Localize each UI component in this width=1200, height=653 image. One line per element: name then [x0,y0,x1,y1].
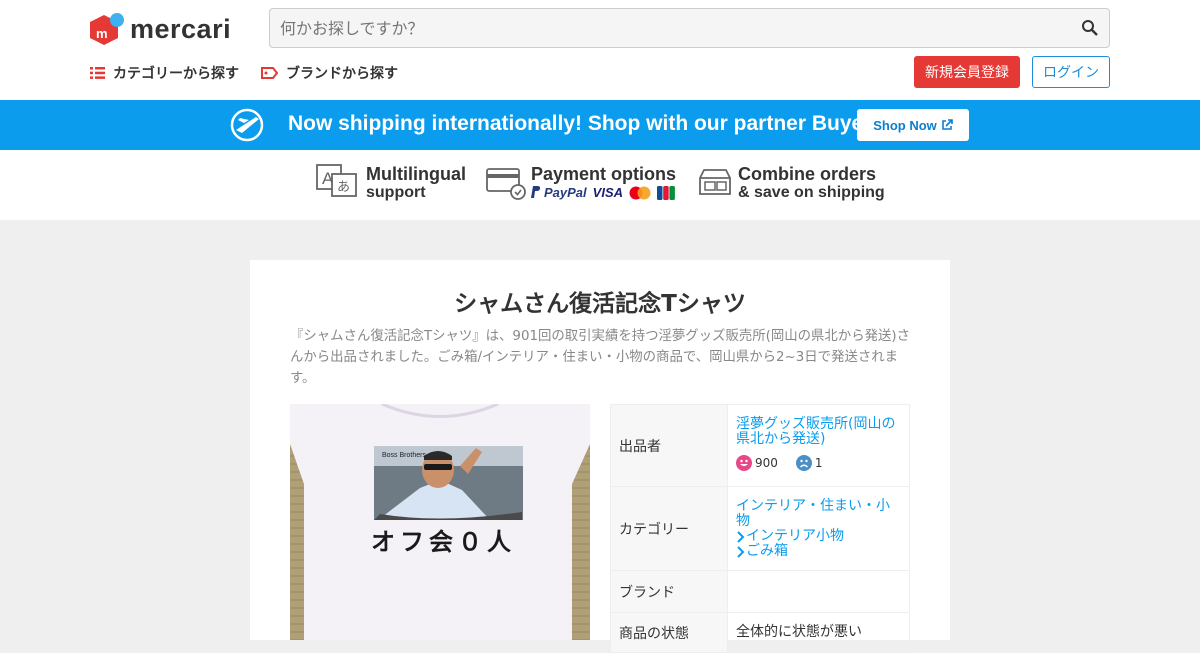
feature-payment: Payment options PayPal VISA [486,164,676,200]
rating-bad-count: 1 [814,455,823,470]
translate-icon: A あ [316,164,357,197]
tag-icon [261,67,278,79]
header: m mercari カテゴリーから探す ブランドから探す 新規会員登録 ログイン [0,0,1200,100]
search-icon[interactable] [1081,19,1099,37]
payment-logos: PayPal VISA [531,185,676,200]
nav-brand-link[interactable]: ブランドから探す [261,63,398,83]
info-row-brand: ブランド [610,571,910,613]
info-row-seller: 出品者 淫夢グッズ販売所(岡山の県北から発送) 900 1 [610,405,910,487]
item-info-table: 出品者 淫夢グッズ販売所(岡山の県北から発送) 900 1 カテゴリー インテリ… [610,404,910,653]
feature-multilingual: A あ Multilingual support [316,164,466,202]
paypal-label: PayPal [544,185,587,200]
item-card: シャムさん復活記念Tシャツ 『シャムさん復活記念Tシャツ』は、901回の取引実績… [250,260,950,653]
item-title: シャムさん復活記念Tシャツ [454,291,746,317]
multilingual-title: Multilingual [366,164,466,184]
paypal-icon [531,186,541,198]
shop-now-label: Shop Now [873,117,937,133]
category-sub2-label: ごみ箱 [746,543,788,559]
seller-link[interactable]: 淫夢グッズ販売所(岡山の県北から発送) [736,417,901,447]
mercari-logo-icon: m [90,12,124,46]
svg-text:あ: あ [337,180,350,195]
combine-title: Combine orders [738,164,877,184]
international-banner: Now shipping internationally! Shop with … [0,100,1200,150]
category-sub1-label: インテリア小物 [746,528,844,544]
category-cell: インテリア・住まい・小物 インテリア小物 ごみ箱 [728,487,909,570]
nav-brand-label: ブランドから探す [286,66,398,82]
package-icon [699,169,731,195]
list-icon [90,67,105,79]
visa-label: VISA [592,185,623,200]
condition-key: 商品の状態 [611,613,728,652]
credit-card-icon [486,168,526,200]
mastercard-icon [629,186,651,199]
search-input[interactable] [270,9,1050,47]
multilingual-sub: support [366,184,426,201]
mercari-logo[interactable]: m mercari [90,12,231,46]
airplane-globe-icon [230,108,264,142]
shirt-text: オフ会０人 [371,527,516,556]
photo-brand-text: Boss Brothers [382,452,426,459]
category-key: カテゴリー [611,487,728,570]
logo-text: mercari [130,13,232,44]
seller-rating: 900 1 [736,455,901,471]
item-description: 『シャムさん復活記念Tシャツ』は、901回の取引実績を持つ淫夢グッズ販売所(岡山… [290,329,910,386]
condition-value: 全体的に状態が悪い [736,624,862,640]
rating-bad: 1 [795,455,823,471]
category-main-link[interactable]: インテリア・住まい・小物 [736,499,901,529]
seller-key: 出品者 [611,405,728,486]
info-row-category: カテゴリー インテリア・住まい・小物 インテリア小物 ごみ箱 [610,487,910,571]
signup-button[interactable]: 新規会員登録 [914,56,1020,88]
payment-title: Payment options [531,164,677,184]
seller-cell: 淫夢グッズ販売所(岡山の県北から発送) 900 1 [728,405,909,486]
search-box [269,8,1110,48]
login-button[interactable]: ログイン [1032,56,1110,88]
banner-text: Now shipping internationally! Shop with … [288,112,882,135]
jcb-icon [657,185,675,200]
item-photo[interactable]: Boss Brothers オフ会０人 [290,404,590,640]
brand-key: ブランド [611,571,728,612]
combine-sub: & save on shipping [738,184,885,201]
shop-now-button[interactable]: Shop Now [857,109,969,141]
external-link-icon [941,119,953,130]
category-sub1[interactable]: インテリア小物 [736,529,901,544]
svg-text:m: m [96,26,108,41]
rating-good: 900 [736,455,778,471]
feature-combine: Combine orders & save on shipping [698,164,885,202]
info-row-condition: 商品の状態 全体的に状態が悪い [610,613,910,653]
features-strip: A あ Multilingual support Payment options… [0,150,1200,220]
category-sub2[interactable]: ごみ箱 [736,544,901,559]
nav-category-label: カテゴリーから探す [113,66,239,82]
rating-good-count: 900 [755,455,778,470]
sad-icon [795,455,812,471]
nav-category-link[interactable]: カテゴリーから探す [90,63,239,83]
chevron-right-icon [737,545,745,558]
smile-icon [736,455,752,471]
brand-value [728,571,909,612]
chevron-right-icon [737,530,745,543]
